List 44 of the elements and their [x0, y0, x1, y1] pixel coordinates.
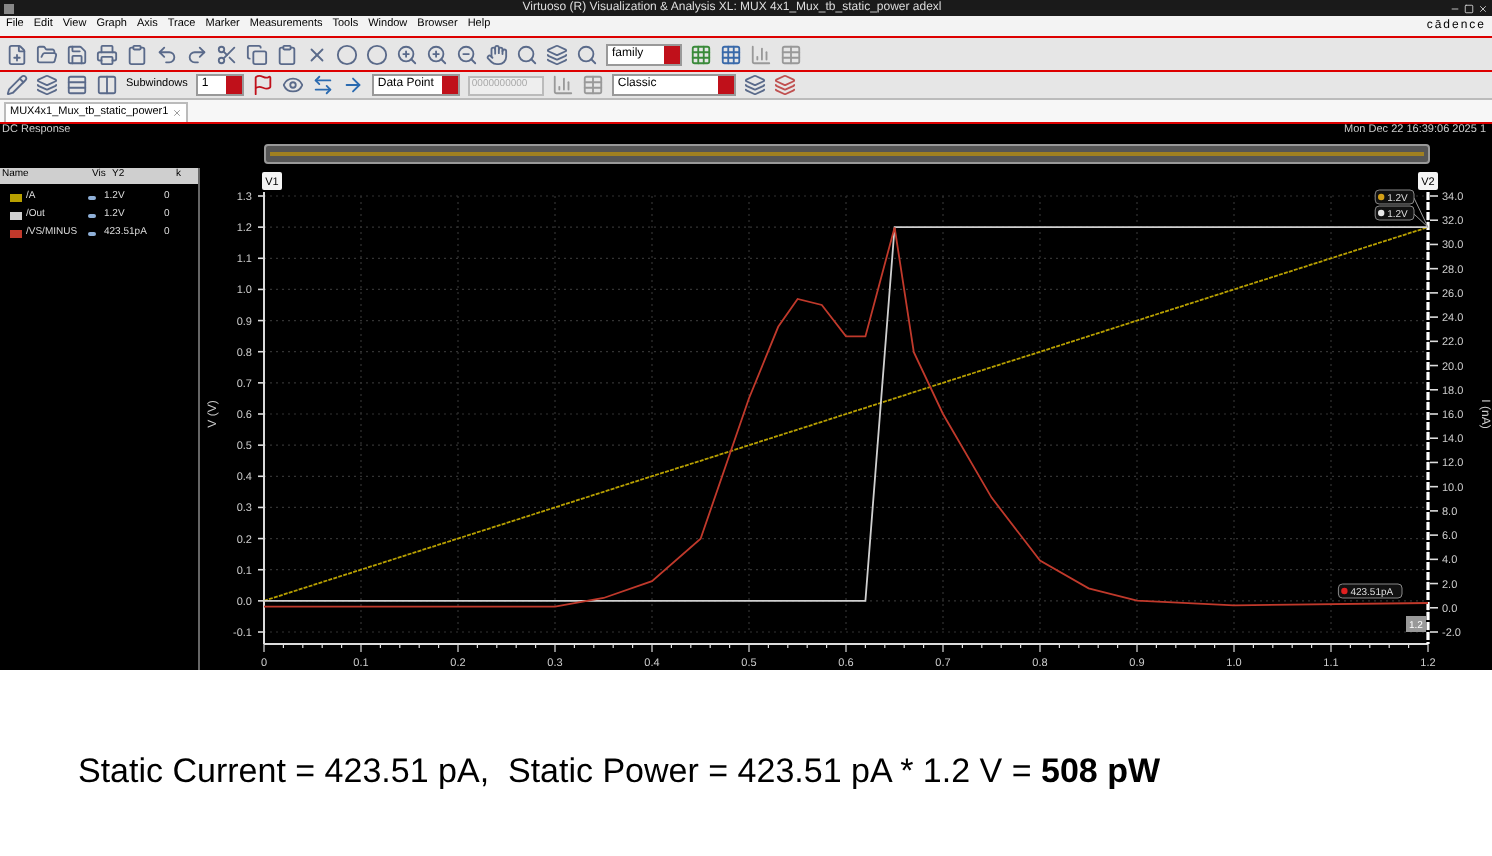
toolbar-icon[interactable]	[96, 43, 118, 65]
toolbar-icon[interactable]	[281, 74, 304, 96]
toolbar-icon[interactable]	[216, 43, 238, 65]
toolbar-icon[interactable]	[516, 43, 538, 65]
visibility-icon[interactable]	[88, 231, 96, 237]
toolbar-icon[interactable]	[581, 74, 604, 96]
toolbar-icon[interactable]	[750, 43, 772, 65]
toolbar-icon[interactable]	[743, 74, 766, 96]
table-icon[interactable]	[780, 43, 802, 65]
toolbar-icon[interactable]	[156, 43, 178, 65]
flag-icon[interactable]	[251, 74, 274, 96]
toolbar-icon[interactable]	[186, 43, 208, 65]
toolbar-icon[interactable]	[773, 74, 796, 96]
visibility-icon[interactable]	[88, 195, 96, 201]
app-icon	[4, 3, 14, 13]
overview-scrollbar[interactable]	[264, 144, 1430, 164]
toolbar-icon[interactable]	[456, 43, 478, 65]
toolbar-icon[interactable]	[546, 43, 568, 65]
toolbar-icon[interactable]	[276, 43, 298, 65]
toolbar-icon[interactable]	[576, 43, 598, 65]
toolbar-icon[interactable]	[306, 43, 328, 65]
minimize-icon[interactable]	[1449, 3, 1460, 13]
toolbar-icon[interactable]	[36, 74, 58, 96]
toolbar-icon[interactable]	[366, 43, 388, 65]
toolbar-icon[interactable]	[96, 74, 118, 96]
visibility-icon[interactable]	[88, 213, 96, 219]
toolbar-icon[interactable]	[551, 74, 574, 96]
toolbar-icon[interactable]	[426, 43, 448, 65]
toolbar-icon[interactable]	[486, 43, 508, 65]
toolbar-icon[interactable]	[396, 43, 418, 65]
toolbar-icon[interactable]	[311, 74, 334, 96]
toolbar-icon[interactable]	[66, 74, 88, 96]
caption: Static Current = 423.51 pA, Static Power = 423.51 pA * 1.2 V = 508 pW	[78, 749, 1161, 794]
toolbar-icon[interactable]	[720, 43, 742, 65]
toolbar-icon[interactable]	[66, 43, 88, 65]
toolbar-icon[interactable]	[126, 43, 148, 65]
toolbar-icon[interactable]	[246, 43, 268, 65]
toolbar-icon[interactable]	[6, 74, 28, 96]
toolbar-icon[interactable]	[36, 43, 58, 65]
maximize-icon[interactable]	[1463, 3, 1474, 13]
toolbar-icon[interactable]	[341, 74, 364, 96]
toolbar-icon[interactable]	[690, 43, 712, 65]
toolbar-icon[interactable]	[6, 43, 28, 65]
toolbar-icon[interactable]	[336, 43, 358, 65]
